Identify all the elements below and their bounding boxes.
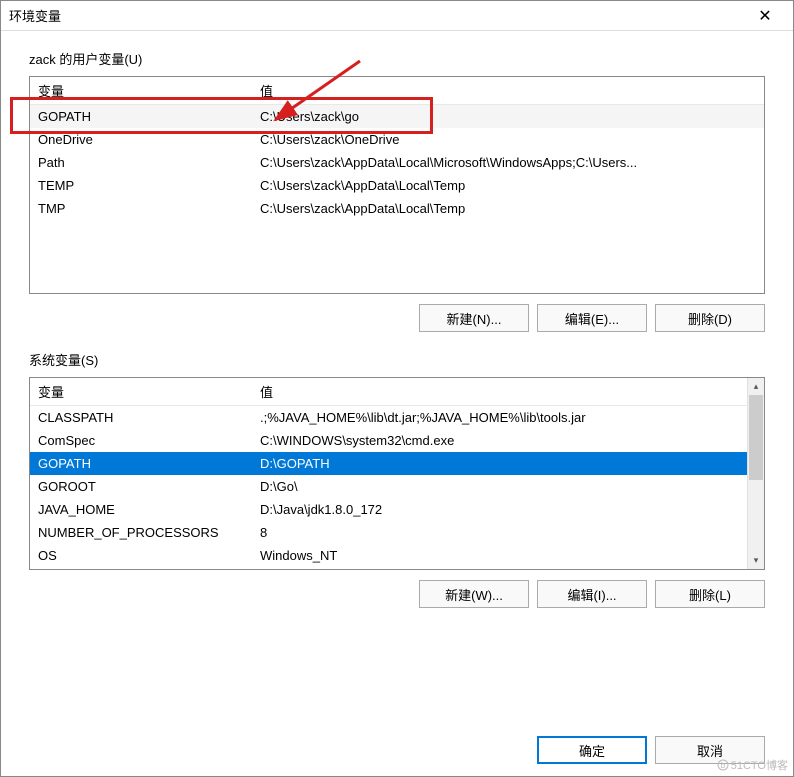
cell-val: Windows_NT	[252, 546, 747, 565]
header-value[interactable]: 值	[252, 77, 764, 104]
table-row[interactable]: ComSpec C:\WINDOWS\system32\cmd.exe	[30, 429, 747, 452]
list-header: 变量 值	[30, 77, 764, 105]
cell-var: NUMBER_OF_PROCESSORS	[30, 523, 252, 542]
delete-user-var-button[interactable]: 删除(D)	[655, 304, 765, 332]
edit-user-var-button[interactable]: 编辑(E)...	[537, 304, 647, 332]
system-variables-section: 系统变量(S) 变量 值 CLASSPATH .;%JAVA_HOME%\lib…	[29, 350, 765, 608]
cell-val: D:\GOPATH	[252, 454, 747, 473]
user-variables-section: zack 的用户变量(U) 变量 值 GOPATH C:\Users\zack\…	[29, 49, 765, 332]
cell-val: D:\Java\jdk1.8.0_172	[252, 500, 747, 519]
table-row[interactable]: GOPATH D:\GOPATH	[30, 452, 747, 475]
scrollbar[interactable]: ▴ ▾	[747, 378, 764, 569]
dialog-title: 环境变量	[9, 6, 745, 25]
system-vars-listbox[interactable]: 变量 值 CLASSPATH .;%JAVA_HOME%\lib\dt.jar;…	[29, 377, 765, 570]
new-user-var-button[interactable]: 新建(N)...	[419, 304, 529, 332]
cell-val: C:\Users\zack\AppData\Local\Temp	[252, 199, 764, 218]
delete-system-var-button[interactable]: 删除(L)	[655, 580, 765, 608]
user-vars-listbox[interactable]: 变量 值 GOPATH C:\Users\zack\go OneDrive C:…	[29, 76, 765, 294]
environment-variables-dialog: 环境变量 ✕ zack 的用户变量(U) 变量 值 GOPATH C:\User…	[0, 0, 794, 777]
list-header: 变量 值	[30, 378, 747, 406]
user-vars-label: zack 的用户变量(U)	[29, 49, 765, 68]
cell-var: OS	[30, 546, 252, 565]
cell-val: .;%JAVA_HOME%\lib\dt.jar;%JAVA_HOME%\lib…	[252, 408, 747, 427]
table-row[interactable]: NUMBER_OF_PROCESSORS 8	[30, 521, 747, 544]
dialog-content: zack 的用户变量(U) 变量 值 GOPATH C:\Users\zack\…	[1, 31, 793, 776]
cell-var: JAVA_HOME	[30, 500, 252, 519]
table-row[interactable]: TMP C:\Users\zack\AppData\Local\Temp	[30, 197, 764, 220]
dialog-footer: 确定 取消	[29, 718, 765, 764]
scroll-down-icon[interactable]: ▾	[748, 552, 764, 569]
scroll-up-icon[interactable]: ▴	[748, 378, 764, 395]
new-system-var-button[interactable]: 新建(W)...	[419, 580, 529, 608]
watermark: b 51CTO博客	[717, 757, 788, 773]
titlebar: 环境变量 ✕	[1, 1, 793, 31]
scroll-track[interactable]	[748, 395, 764, 552]
cell-var: CLASSPATH	[30, 408, 252, 427]
header-value[interactable]: 值	[252, 378, 747, 405]
table-row[interactable]: GOROOT D:\Go\	[30, 475, 747, 498]
table-row[interactable]: TEMP C:\Users\zack\AppData\Local\Temp	[30, 174, 764, 197]
header-variable[interactable]: 变量	[30, 77, 252, 104]
cell-var: GOROOT	[30, 477, 252, 496]
cell-val: 8	[252, 523, 747, 542]
table-row[interactable]: GOPATH C:\Users\zack\go	[30, 105, 764, 128]
table-row[interactable]: OneDrive C:\Users\zack\OneDrive	[30, 128, 764, 151]
cell-val: C:\Users\zack\go	[252, 107, 764, 126]
system-vars-label: 系统变量(S)	[29, 350, 765, 369]
svg-text:b: b	[721, 761, 726, 770]
table-row[interactable]: JAVA_HOME D:\Java\jdk1.8.0_172	[30, 498, 747, 521]
edit-system-var-button[interactable]: 编辑(I)...	[537, 580, 647, 608]
system-buttons: 新建(W)... 编辑(I)... 删除(L)	[29, 580, 765, 608]
scroll-thumb[interactable]	[749, 395, 763, 480]
close-icon[interactable]: ✕	[745, 2, 785, 30]
cell-val: C:\WINDOWS\system32\cmd.exe	[252, 431, 747, 450]
cell-var: Path	[30, 153, 252, 172]
ok-button[interactable]: 确定	[537, 736, 647, 764]
cell-var: GOPATH	[30, 454, 252, 473]
table-row[interactable]: Path C:\Users\zack\AppData\Local\Microso…	[30, 151, 764, 174]
cell-var: TMP	[30, 199, 252, 218]
user-buttons: 新建(N)... 编辑(E)... 删除(D)	[29, 304, 765, 332]
table-row[interactable]: CLASSPATH .;%JAVA_HOME%\lib\dt.jar;%JAVA…	[30, 406, 747, 429]
cell-var: TEMP	[30, 176, 252, 195]
cell-var: ComSpec	[30, 431, 252, 450]
cell-var: OneDrive	[30, 130, 252, 149]
cell-var: GOPATH	[30, 107, 252, 126]
cell-val: C:\Users\zack\AppData\Local\Temp	[252, 176, 764, 195]
watermark-icon: b	[717, 759, 729, 771]
cell-val: D:\Go\	[252, 477, 747, 496]
cell-val: C:\Users\zack\AppData\Local\Microsoft\Wi…	[252, 153, 764, 172]
table-row[interactable]: OS Windows_NT	[30, 544, 747, 567]
header-variable[interactable]: 变量	[30, 378, 252, 405]
cell-val: C:\Users\zack\OneDrive	[252, 130, 764, 149]
